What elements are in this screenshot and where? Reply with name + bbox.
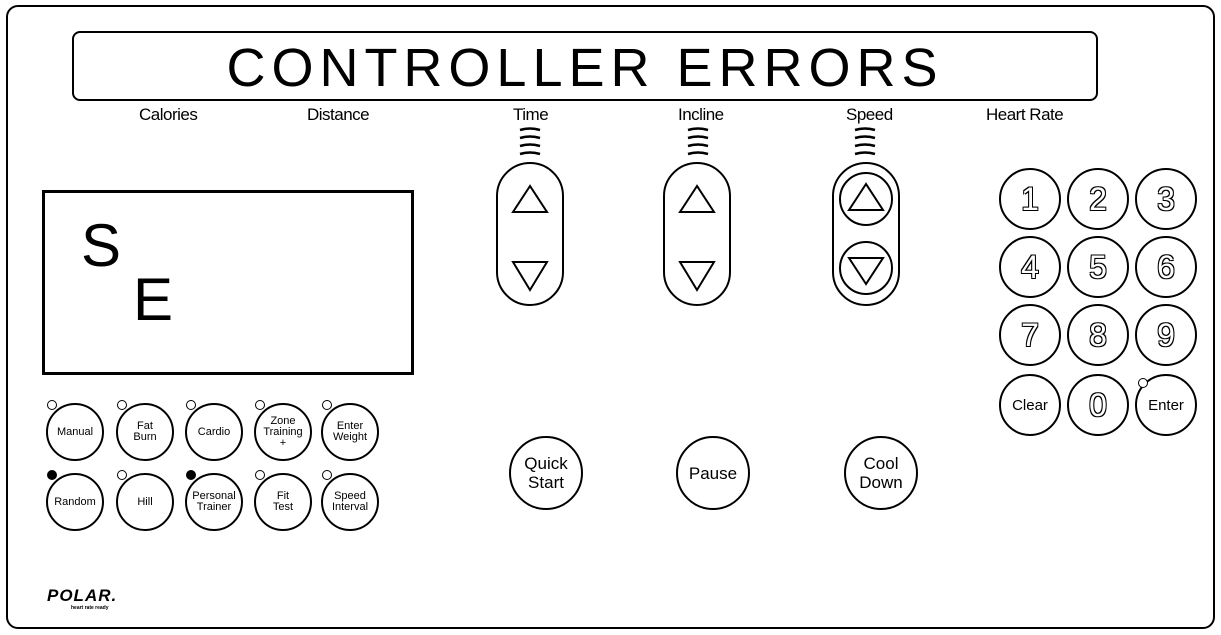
logo-brand: POLAR. xyxy=(47,586,118,605)
enter-weight-button[interactable]: Enter Weight xyxy=(321,403,379,461)
keypad-4-button[interactable]: 4 xyxy=(999,236,1061,298)
keypad-0-button[interactable]: 0 xyxy=(1067,374,1129,436)
program-personal-trainer-button[interactable]: Personal Trainer xyxy=(185,473,243,531)
pause-button[interactable]: Pause xyxy=(676,436,750,510)
random-led-indicator-icon xyxy=(47,470,57,480)
keypad-clear-button[interactable]: Clear xyxy=(999,374,1061,436)
enter-weight-led-indicator-icon xyxy=(322,400,332,410)
program-manual-button[interactable]: Manual xyxy=(46,403,104,461)
program-fat-burn-button[interactable]: Fat Burn xyxy=(116,403,174,461)
polar-logo: POLAR. heart rate ready xyxy=(47,586,118,611)
zone-training-led-indicator-icon xyxy=(255,400,265,410)
keypad-9-button[interactable]: 9 xyxy=(1135,304,1197,366)
program-random-button[interactable]: Random xyxy=(46,473,104,531)
speed-indicator-bars-icon xyxy=(854,127,876,156)
time-indicator-bars-icon xyxy=(519,127,541,156)
keypad-5-button[interactable]: 5 xyxy=(1067,236,1129,298)
keypad-1-button[interactable]: 1 xyxy=(999,168,1061,230)
fat-burn-led-indicator-icon xyxy=(117,400,127,410)
program-hill-button[interactable]: Hill xyxy=(116,473,174,531)
keypad-8-button[interactable]: 8 xyxy=(1067,304,1129,366)
personal-trainer-led-indicator-icon xyxy=(186,470,196,480)
cool-down-button[interactable]: Cool Down xyxy=(844,436,918,510)
program-speed-interval-button[interactable]: Speed Interval xyxy=(321,473,379,531)
keypad-7-button[interactable]: 7 xyxy=(999,304,1061,366)
enter-led-indicator-icon xyxy=(1138,378,1148,388)
program-zone-training-button[interactable]: Zone Training + xyxy=(254,403,312,461)
cardio-led-indicator-icon xyxy=(186,400,196,410)
logo-tagline: heart rate ready xyxy=(71,605,109,611)
program-cardio-button[interactable]: Cardio xyxy=(185,403,243,461)
program-fit-test-button[interactable]: Fit Test xyxy=(254,473,312,531)
quick-start-button[interactable]: Quick Start xyxy=(509,436,583,510)
hill-led-indicator-icon xyxy=(117,470,127,480)
keypad-3-button[interactable]: 3 xyxy=(1135,168,1197,230)
manual-led-indicator-icon xyxy=(47,400,57,410)
keypad-6-button[interactable]: 6 xyxy=(1135,236,1197,298)
keypad-2-button[interactable]: 2 xyxy=(1067,168,1129,230)
fit-test-led-indicator-icon xyxy=(255,470,265,480)
incline-indicator-bars-icon xyxy=(687,127,709,156)
speed-interval-led-indicator-icon xyxy=(322,470,332,480)
